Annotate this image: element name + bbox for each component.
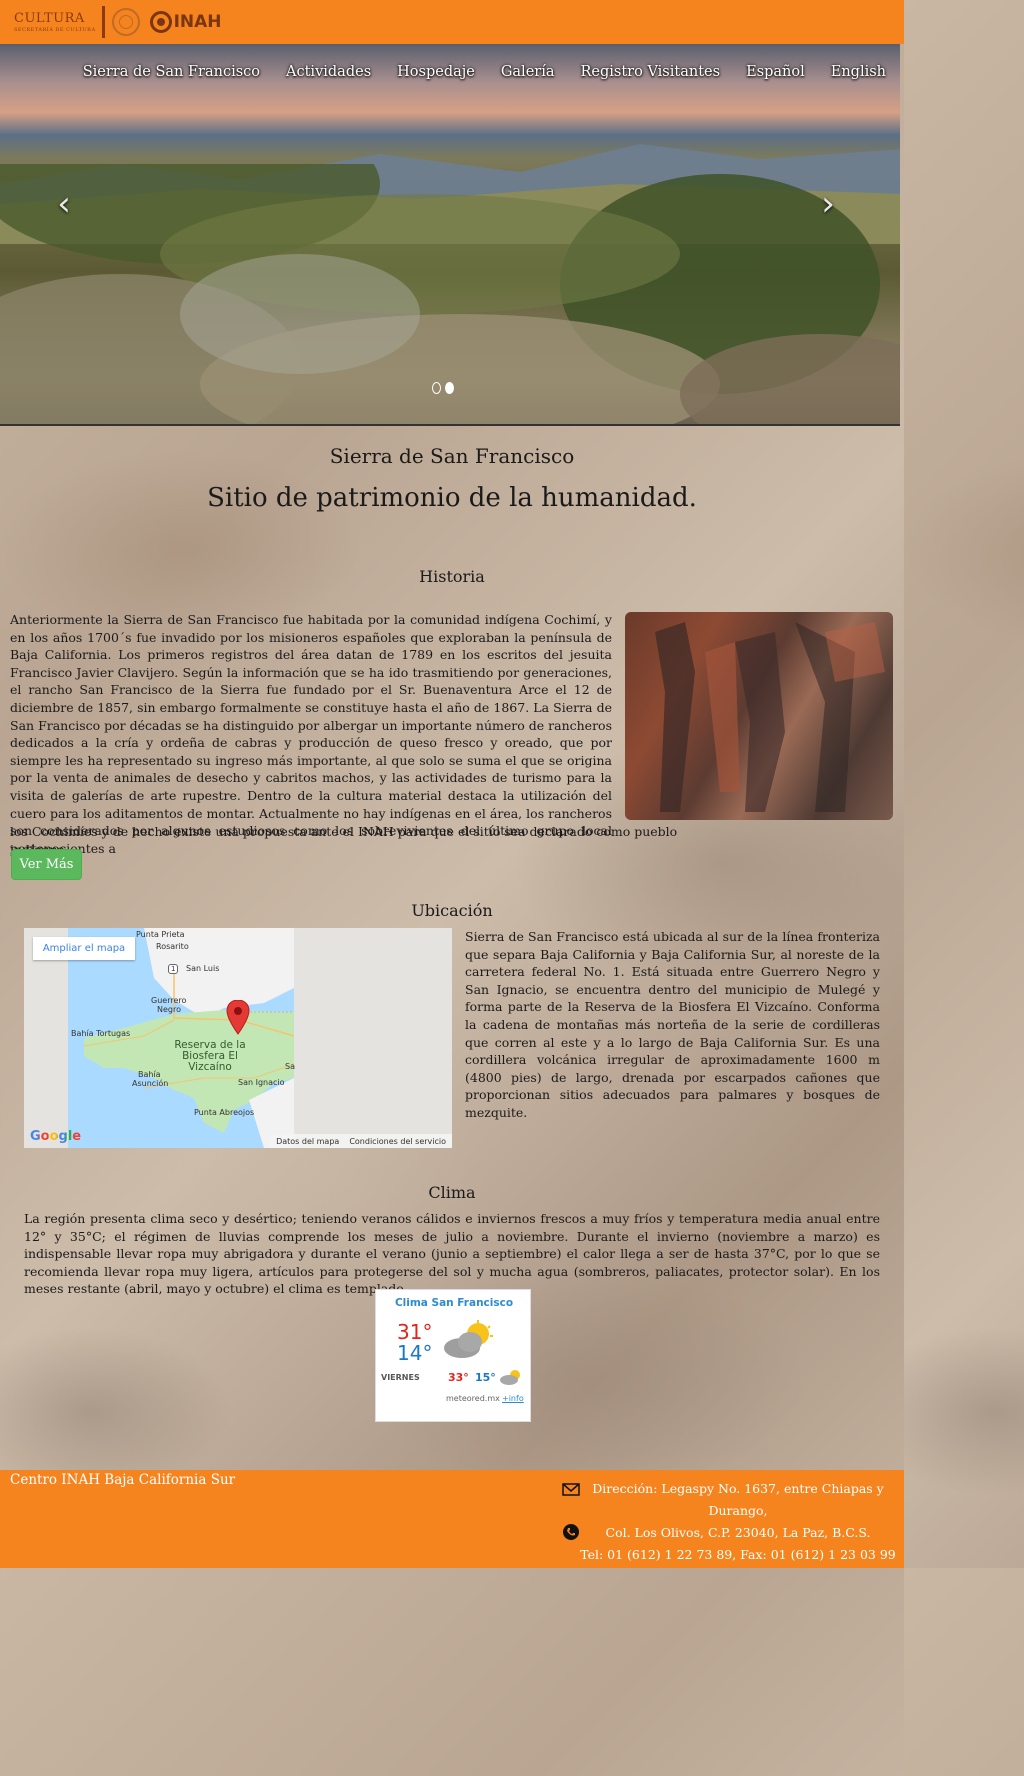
map-label-sa: Sa [285, 1062, 295, 1071]
weather-min-temp: 14° [397, 1341, 433, 1365]
footer-contact: Dirección: Legaspy No. 1637, entre Chiap… [578, 1478, 898, 1566]
map-pin-icon[interactable] [226, 1000, 250, 1036]
footer-phone: Tel: 01 (612) 1 22 73 89, Fax: 01 (612) … [580, 1547, 896, 1562]
map-label-guerrero: Guerrero [151, 996, 187, 1005]
cultura-logo-subtext: SECRETARÍA DE CULTURA [14, 26, 96, 33]
map-footer: Datos del mapa Condiciones del servicio [270, 1134, 452, 1148]
location-map[interactable]: Ampliar el mapa Punta Prieta Rosarito 1 … [24, 928, 452, 1148]
mexico-seal-icon [111, 8, 140, 36]
map-label-bahia-tortugas: Bahía Tortugas [71, 1029, 131, 1038]
map-label-bahia: Bahía [138, 1070, 161, 1079]
page-subtitle: Sitio de patrimonio de la humanidad. [207, 483, 697, 513]
clima-text: La región presenta clima seco y desértic… [24, 1211, 880, 1297]
map-route-1: 1 [168, 964, 179, 974]
historia-heading: Historia [419, 567, 485, 586]
nav-hospedaje[interactable]: Hospedaje [397, 64, 475, 80]
nav-actividades[interactable]: Actividades [286, 64, 371, 80]
map-label-negro: Negro [157, 1005, 181, 1014]
nav-english[interactable]: English [831, 64, 886, 80]
historia-text: Anteriormente la Sierra de San Francisco… [10, 612, 612, 856]
map-expand-link[interactable]: Ampliar el mapa [33, 937, 135, 960]
weather-more-info-link[interactable]: +info [502, 1394, 524, 1403]
historia-text-last: los Cochimíes y de hecho existe una prop… [10, 824, 678, 857]
map-label-san-luis: San Luis [186, 964, 220, 973]
small-cloud-sun-icon [500, 1370, 520, 1385]
chevron-left-icon[interactable]: ‹ [52, 184, 76, 224]
footer: Centro INAH Baja California Sur Direcció… [0, 1470, 904, 1568]
page-title: Sierra de San Francisco [329, 444, 575, 468]
nav-sierra-san-francisco[interactable]: Sierra de San Francisco [83, 64, 260, 80]
weather-source[interactable]: meteored.mx [446, 1394, 500, 1403]
weather-forecast-min: 15° [475, 1371, 496, 1384]
chevron-right-icon[interactable]: › [816, 184, 840, 224]
ubicacion-text: Sierra de San Francisco está ubicada al … [465, 929, 880, 1120]
cultura-logo[interactable]: CULTURA SECRETARÍA DE CULTURA [14, 12, 96, 33]
google-logo-text: Google [30, 1129, 82, 1144]
inah-logo-text: INAH [173, 12, 222, 32]
weather-widget-title[interactable]: Clima San Francisco [376, 1297, 532, 1309]
weather-widget[interactable]: Clima San Francisco 31° 14° VIERNES 33° … [375, 1289, 531, 1422]
map-label-punta-prieta: Punta Prieta [136, 930, 185, 939]
map-terms-link[interactable]: Condiciones del servicio [349, 1137, 446, 1146]
map-label-punta: Punta Abreojos [194, 1108, 255, 1117]
map-label-asuncion: Asunción [132, 1079, 169, 1088]
footer-address-line-2: Col. Los Olivos, C.P. 23040, La Paz, B.C… [605, 1525, 871, 1540]
map-label-reserva: Reserva de la Biosfera El Vizcaíno [174, 1039, 246, 1073]
ver-mas-button[interactable]: Ver Más [11, 849, 82, 880]
ubicacion-heading: Ubicación [411, 901, 493, 920]
map-data-link[interactable]: Datos del mapa [276, 1137, 339, 1146]
top-header: CULTURA SECRETARÍA DE CULTURA INAH [0, 0, 904, 44]
nav-registro-visitantes[interactable]: Registro Visitantes [581, 64, 721, 80]
cultura-logo-text: CULTURA [14, 10, 85, 26]
map-label-san-ignacio: San Ignacio [238, 1078, 285, 1087]
map-label-rosarito: Rosarito [156, 942, 189, 951]
footer-address-line-1: Dirección: Legaspy No. 1637, entre Chiap… [592, 1481, 884, 1518]
carousel-dot-1[interactable] [432, 382, 441, 394]
inah-glyph-icon [149, 11, 172, 33]
weather-forecast-day: VIERNES [381, 1373, 420, 1382]
hero-carousel: Sierra de San Francisco Actividades Hosp… [0, 44, 900, 426]
inah-logo[interactable]: INAH [149, 11, 222, 33]
footer-org-name: Centro INAH Baja California Sur [10, 1472, 236, 1488]
nav-espanol[interactable]: Español [746, 64, 805, 80]
carousel-dot-2[interactable] [445, 382, 454, 394]
main-nav: Sierra de San Francisco Actividades Hosp… [0, 64, 900, 80]
clima-heading: Clima [428, 1183, 476, 1202]
cloud-sun-icon [444, 1320, 493, 1358]
carousel-indicators [432, 382, 454, 394]
google-logo: Google [30, 1129, 81, 1144]
logo-divider [101, 6, 105, 38]
rock-art-image [625, 612, 893, 820]
nav-galeria[interactable]: Galería [501, 64, 555, 80]
weather-forecast-max: 33° [448, 1371, 469, 1384]
